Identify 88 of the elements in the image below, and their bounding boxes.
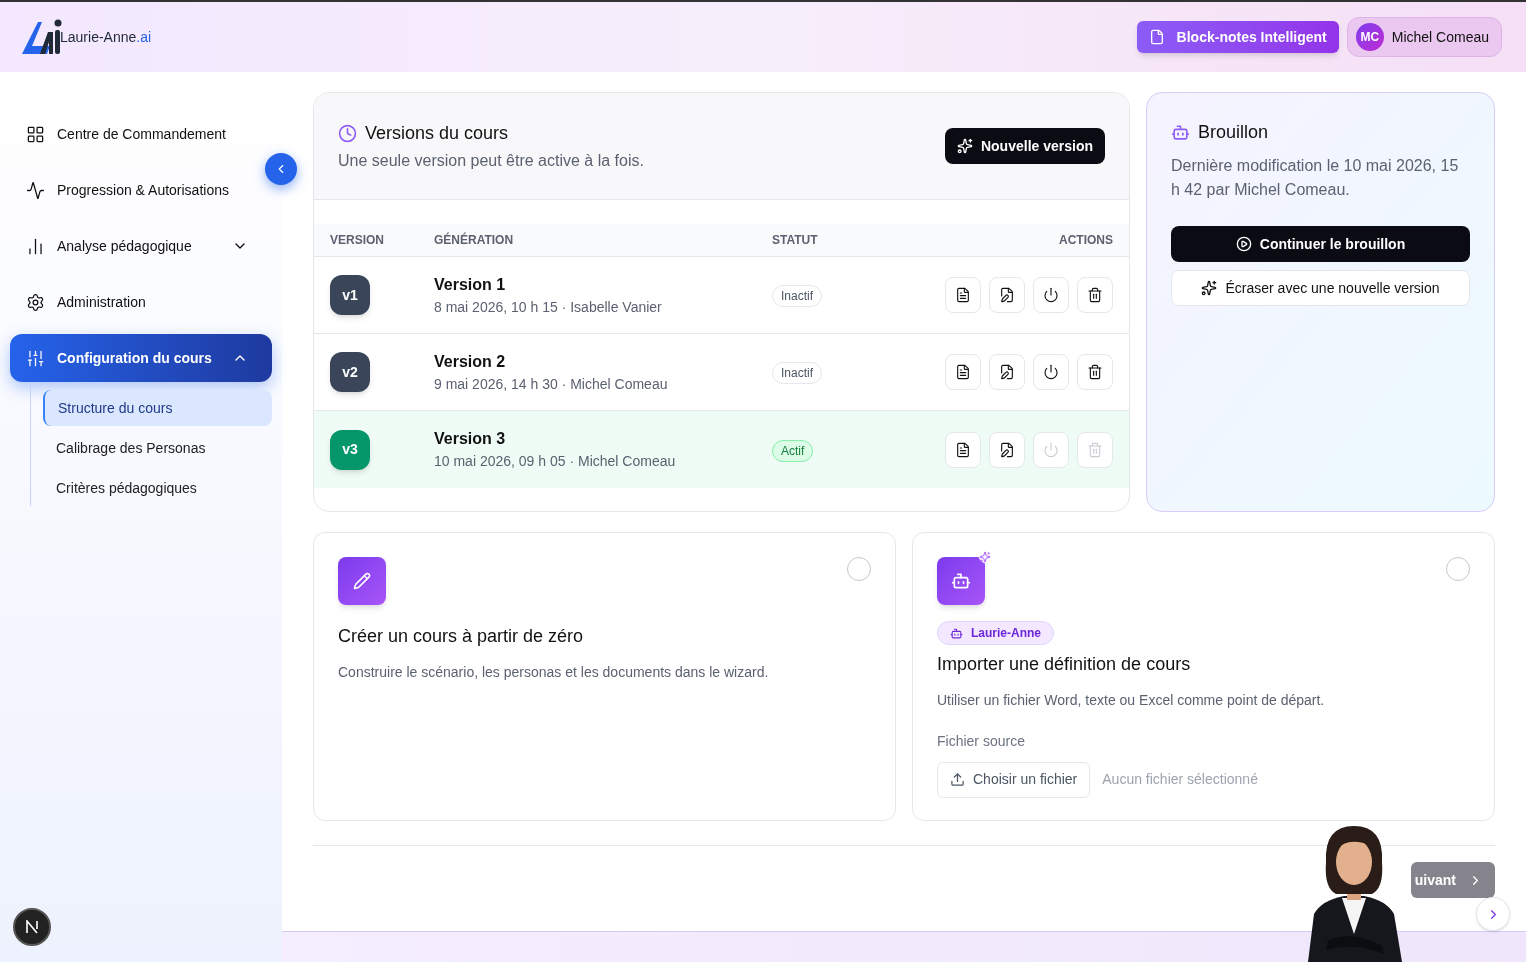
edit-button[interactable] bbox=[989, 431, 1025, 468]
user-menu[interactable]: MC Michel Comeau bbox=[1346, 17, 1502, 57]
trash-button[interactable] bbox=[1077, 354, 1113, 390]
version-meta: 8 mai 2026, 10 h 15 · Isabelle Vanier bbox=[434, 297, 663, 317]
nav-item[interactable]: Analyse pédagogique bbox=[10, 222, 272, 270]
robot-icon bbox=[1171, 123, 1190, 142]
pulse-icon bbox=[26, 180, 45, 200]
trash-icon bbox=[1087, 441, 1103, 458]
nav-subitem[interactable]: Structure du cours bbox=[43, 390, 272, 426]
document-icon bbox=[955, 364, 971, 380]
sliders-icon bbox=[26, 348, 45, 368]
notes-button[interactable]: Block-notes Intelligent bbox=[1136, 21, 1339, 53]
user-avatar: MC bbox=[1355, 23, 1384, 51]
option-description: Construire le scénario, les personas et les documents dans le wizard. bbox=[338, 663, 770, 682]
nav-item[interactable]: Configuration du cours bbox=[10, 334, 272, 382]
option-card[interactable]: Créer un cours à partir de zéro Construire le scénario, les personas et les documents dans le wizard. bbox=[313, 532, 896, 821]
robot-icon bbox=[950, 626, 963, 640]
column-header: STATUT bbox=[772, 232, 819, 249]
bar-chart-icon bbox=[26, 236, 45, 256]
nav-item[interactable]: Progression & Autorisations bbox=[10, 166, 272, 214]
n-logo-icon bbox=[25, 920, 39, 934]
edit-icon bbox=[999, 441, 1015, 458]
option-description: Utiliser un fichier Word, texte ou Excel comme point de départ. bbox=[937, 690, 1326, 710]
nav-item[interactable]: Administration bbox=[10, 278, 272, 326]
version-badge: v1 bbox=[330, 275, 370, 315]
version-badge: v3 bbox=[330, 429, 370, 470]
status-pill: Actif bbox=[772, 439, 814, 462]
edit-button[interactable] bbox=[989, 354, 1025, 390]
option-title: Importer une définition de cours bbox=[937, 652, 1192, 676]
trash-icon bbox=[1087, 364, 1103, 380]
file-icon bbox=[1148, 29, 1165, 45]
version-badge: v2 bbox=[330, 352, 370, 392]
version-name: Version 2 bbox=[434, 351, 507, 372]
grid-icon bbox=[26, 124, 45, 144]
scroll-next-button[interactable] bbox=[1476, 897, 1510, 931]
card-title: Brouillon bbox=[1198, 121, 1269, 144]
robot-glyph-icon bbox=[951, 571, 971, 591]
sparkles-icon bbox=[1201, 280, 1218, 296]
document-button[interactable] bbox=[945, 354, 981, 390]
nav-item[interactable]: Centre de Commandement bbox=[10, 110, 272, 158]
version-meta: 10 mai 2026, 09 h 05 · Michel Comeau bbox=[434, 452, 677, 471]
collapse-button[interactable] bbox=[265, 153, 297, 185]
draft-text: Dernière modification le 10 mai 2026, 15 h 42 par Michel Comeau. bbox=[1171, 156, 1460, 200]
card-subtitle: Une seule version peut être active à la fois. bbox=[338, 150, 644, 171]
trash-icon bbox=[1087, 287, 1103, 303]
power-button[interactable] bbox=[1033, 277, 1069, 313]
document-icon bbox=[955, 441, 971, 458]
choose-file-button[interactable]: Choisir un fichier bbox=[937, 761, 1091, 798]
option-card[interactable]: Laurie-Anne Importer une définition de cours Utiliser un fichier Word, texte ou Excel comme point de départ. Fichier source Choisir un fichier Aucun fichier sélectionné bbox=[912, 532, 1495, 821]
version-meta: 9 mai 2026, 14 h 30 · Michel Comeau bbox=[434, 374, 669, 394]
upload-icon bbox=[950, 772, 965, 787]
power-icon bbox=[1043, 364, 1059, 380]
settings-icon bbox=[26, 292, 45, 312]
next-button[interactable]: uivant bbox=[1410, 862, 1495, 898]
play-icon bbox=[1235, 236, 1252, 252]
file-status: Aucun fichier sélectionné bbox=[1102, 770, 1258, 789]
column-header: ACTIONS bbox=[1059, 232, 1113, 249]
edit-icon bbox=[999, 364, 1015, 380]
ai-tag: Laurie-Anne bbox=[937, 621, 1054, 645]
pencil-glyph-icon bbox=[353, 572, 371, 590]
new-version-button[interactable]: Nouvelle version bbox=[944, 128, 1105, 164]
document-icon bbox=[955, 287, 971, 303]
nav-subitem[interactable]: Critères pédagogiques bbox=[43, 470, 272, 506]
sparkles-icon bbox=[979, 551, 991, 563]
status-pill: Inactif bbox=[772, 362, 822, 384]
trash-button[interactable] bbox=[1077, 277, 1113, 313]
document-button[interactable] bbox=[945, 431, 981, 468]
overwrite-button[interactable]: Écraser avec une nouvelle version bbox=[1171, 270, 1470, 306]
version-name: Version 1 bbox=[434, 274, 507, 295]
continue-button[interactable]: Continuer le brouillon bbox=[1171, 226, 1470, 262]
sparkles-icon bbox=[956, 138, 973, 154]
field-label: Fichier source bbox=[937, 731, 1026, 751]
power-button[interactable] bbox=[1033, 354, 1069, 390]
column-header: VERSION bbox=[330, 232, 385, 249]
nav-subitem[interactable]: Calibrage des Personas bbox=[43, 430, 272, 466]
card-title: Versions du cours bbox=[365, 121, 509, 145]
status-pill: Inactif bbox=[772, 285, 822, 307]
dev-indicator[interactable] bbox=[13, 908, 51, 946]
power-icon bbox=[1043, 287, 1059, 303]
edit-button[interactable] bbox=[989, 277, 1025, 313]
edit-icon bbox=[999, 287, 1015, 303]
logo-text: Laurie-Anne.ai bbox=[60, 27, 152, 47]
column-header: GÉNÉRATION bbox=[434, 231, 515, 249]
version-name: Version 3 bbox=[434, 429, 507, 449]
clock-icon bbox=[338, 123, 357, 143]
option-title: Créer un cours à partir de zéro bbox=[338, 625, 585, 648]
document-button[interactable] bbox=[945, 277, 981, 313]
power-icon bbox=[1043, 441, 1059, 458]
